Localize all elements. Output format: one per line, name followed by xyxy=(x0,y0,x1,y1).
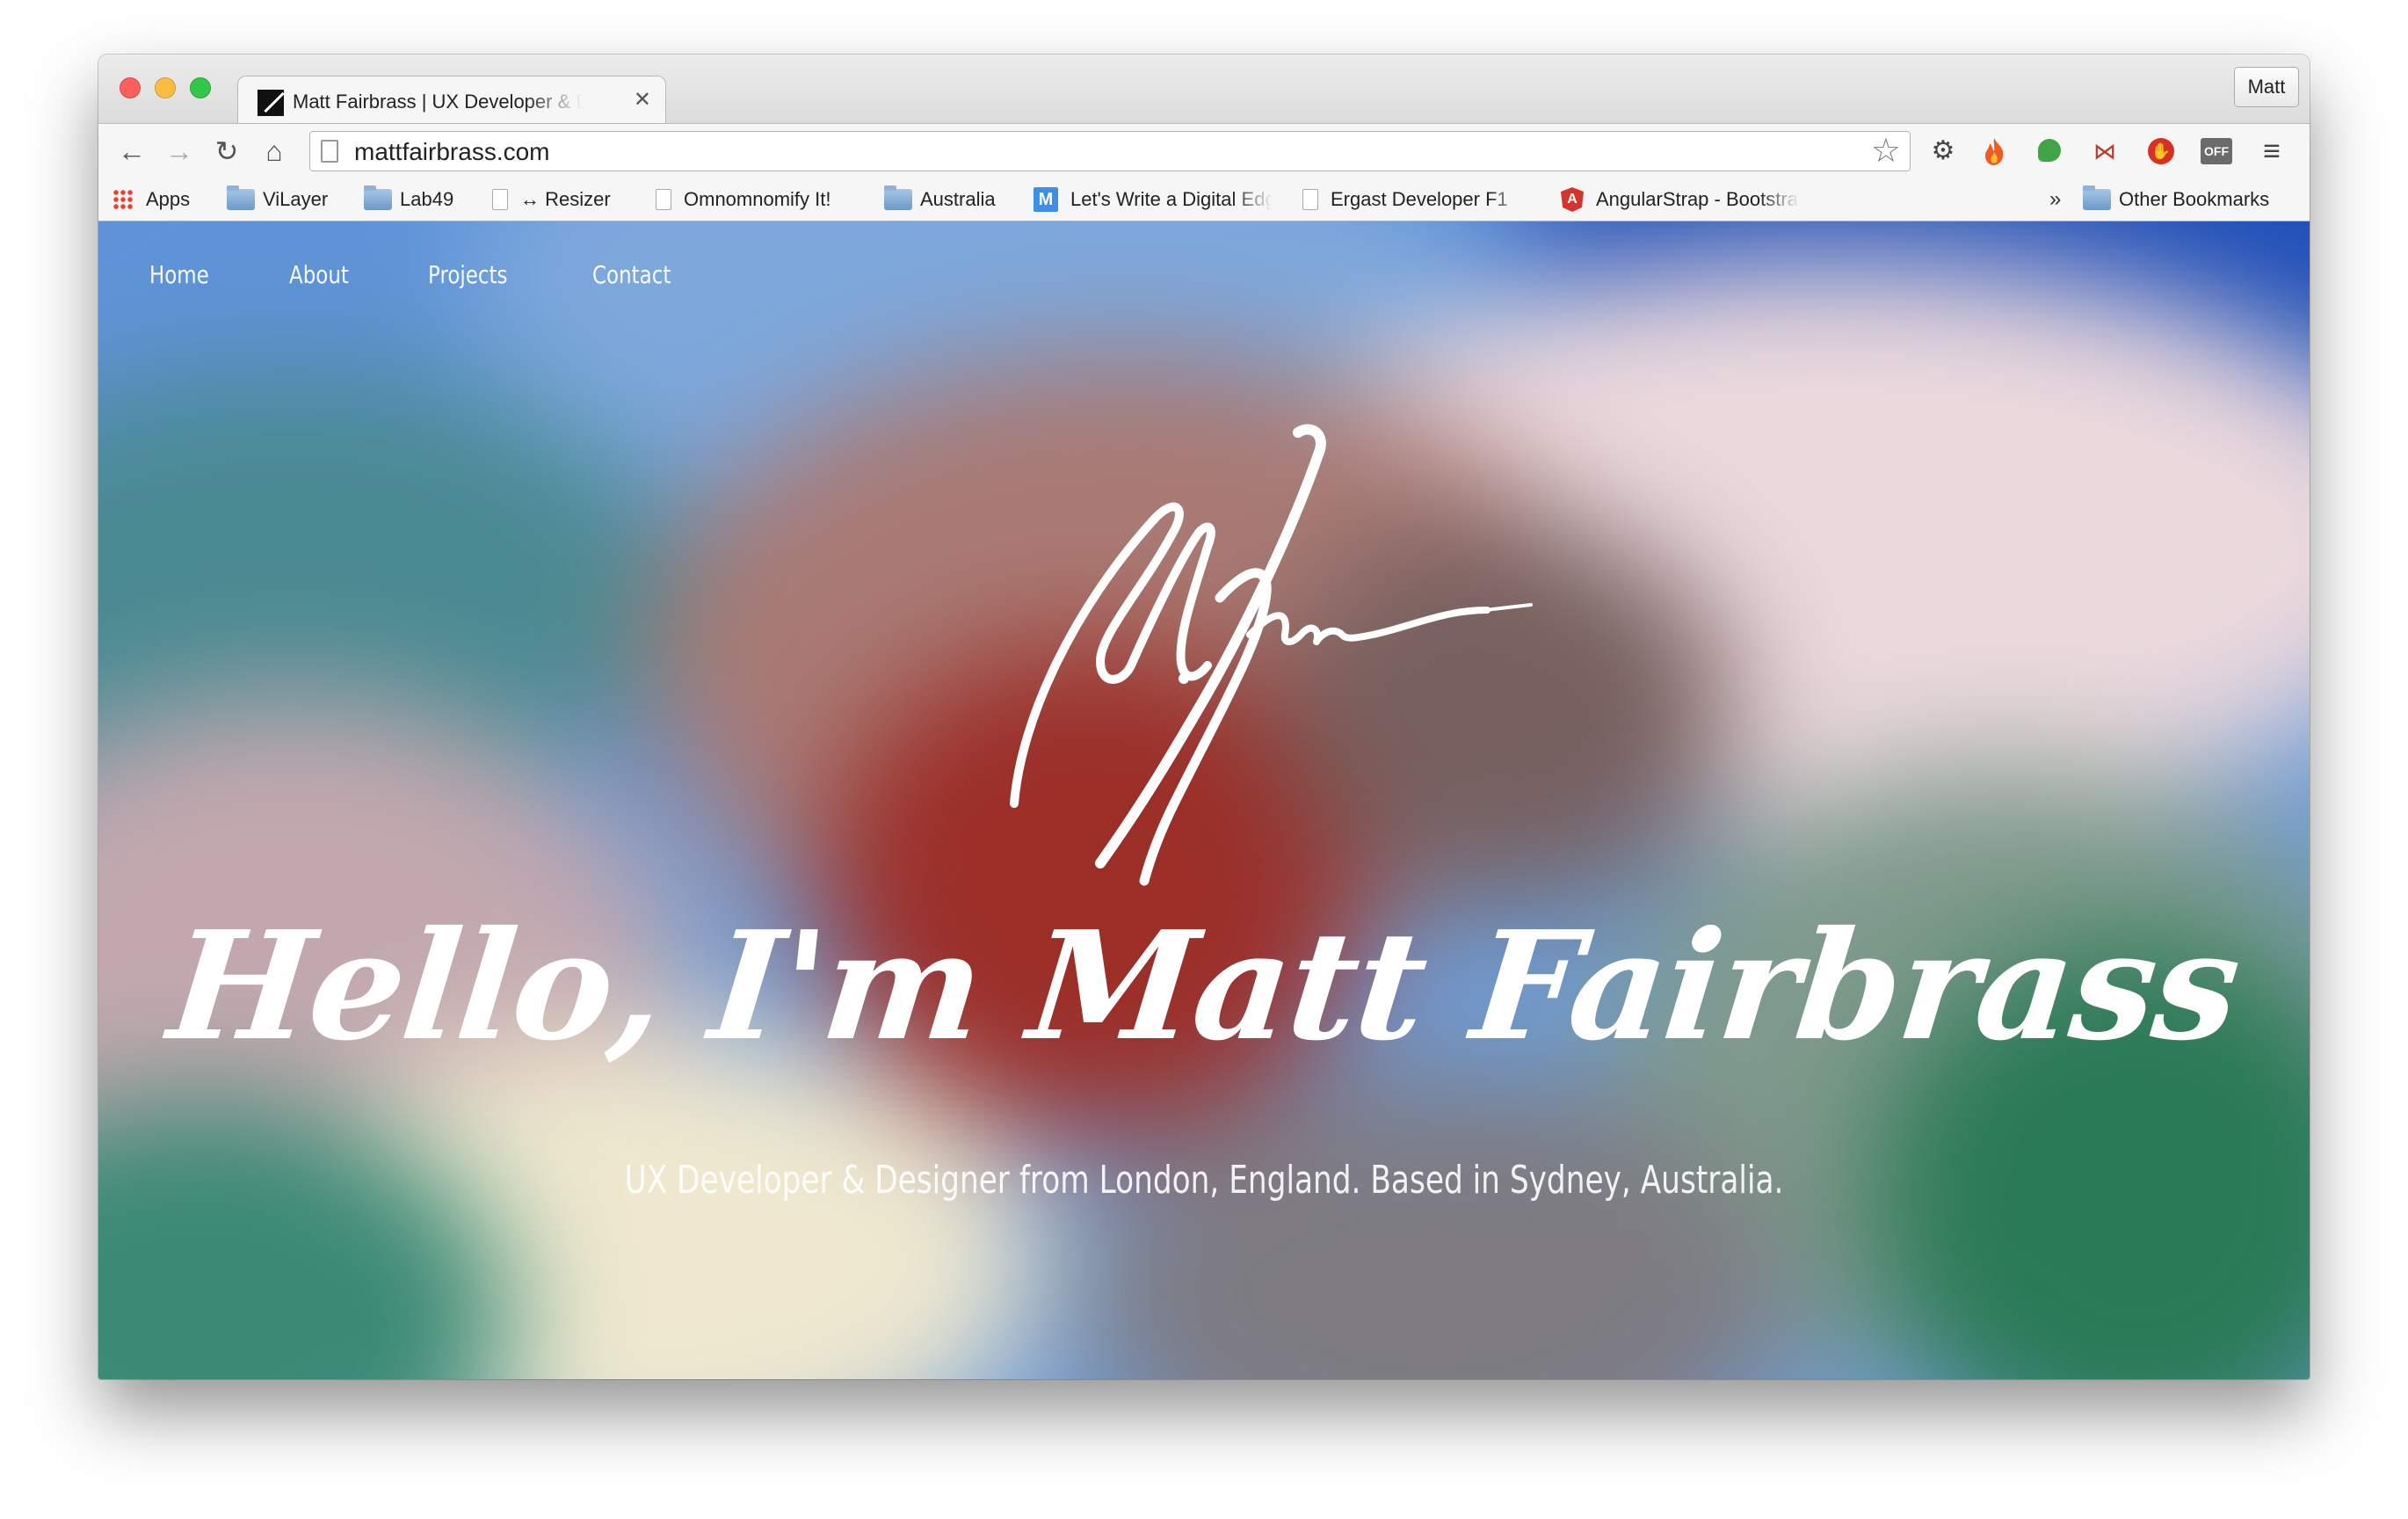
profile-button[interactable]: Matt xyxy=(2234,67,2299,107)
bookmark-omnomnomify[interactable]: Omnomnomify It! xyxy=(656,186,830,213)
folder-icon xyxy=(2083,185,2111,210)
bookmark-australia[interactable]: Australia xyxy=(884,185,996,213)
folder-icon xyxy=(227,185,255,210)
off-toggle-extension-icon[interactable]: OFF xyxy=(2201,136,2232,166)
page-icon xyxy=(656,189,671,210)
bookmark-apps[interactable]: Apps xyxy=(112,186,190,213)
apps-grid-icon xyxy=(112,189,134,210)
site-favicon-icon xyxy=(257,90,284,116)
chrome-menu-icon[interactable]: ≡ xyxy=(2257,136,2287,166)
settings-gear-icon[interactable]: ⚙ xyxy=(1928,136,1958,166)
window-minimize-button[interactable] xyxy=(155,77,176,98)
page-icon xyxy=(492,189,508,210)
nav-about-link[interactable]: About xyxy=(289,260,349,289)
back-arrow-icon[interactable]: ← xyxy=(114,134,149,168)
window-zoom-button[interactable] xyxy=(190,77,211,98)
nav-projects-link[interactable]: Projects xyxy=(428,260,508,289)
bookmarks-bar: Apps ViLayer Lab49 ↔ Resizer Omnomnomify… xyxy=(98,178,2310,222)
browser-window: Matt Fairbrass | UX Developer & Designer… xyxy=(98,55,2310,1379)
hero-heading: Hello, I'm Matt Fairbrass xyxy=(162,898,2246,1074)
web-page-content: Home About Projects Contact Hello, I'm M… xyxy=(98,222,2310,1379)
reload-icon[interactable]: ↻ xyxy=(209,134,244,168)
bookmark-ergast[interactable]: Ergast Developer F1 xyxy=(1302,186,1527,213)
hero-subheading: UX Developer & Designer from London, Eng… xyxy=(624,1158,1784,1203)
leaf-extension-icon[interactable] xyxy=(2035,136,2065,166)
site-nav: Home About Projects Contact xyxy=(149,260,755,289)
angular-icon: A xyxy=(1561,187,1584,212)
address-bar[interactable]: mattfairbrass.com ☆ xyxy=(309,131,1911,171)
nav-home-link[interactable]: Home xyxy=(149,260,209,289)
tab-close-icon[interactable]: ✕ xyxy=(634,87,651,113)
title-bar: Matt Fairbrass | UX Developer & Designer… xyxy=(98,55,2310,123)
bookmark-lets-write[interactable]: M Let's Write a Digital Edge xyxy=(1034,186,1273,213)
nav-contact-link[interactable]: Contact xyxy=(592,260,671,289)
forward-arrow-icon[interactable]: → xyxy=(162,134,197,168)
browser-toolbar: ← → ↻ ⌂ mattfairbrass.com ☆ ⚙ ⋈ ✋ OFF ≡ xyxy=(98,123,2310,178)
more-bookmarks-chevron[interactable]: » xyxy=(2049,186,2061,213)
bookmark-vilayer[interactable]: ViLayer xyxy=(227,185,328,213)
tab-title: Matt Fairbrass | UX Developer & Designer xyxy=(293,91,583,113)
page-icon xyxy=(321,140,338,163)
bookmark-angularstrap[interactable]: A AngularStrap - Bootstrap xyxy=(1561,186,1800,213)
home-icon[interactable]: ⌂ xyxy=(257,134,292,168)
browser-tab[interactable]: Matt Fairbrass | UX Developer & Designer… xyxy=(237,76,666,123)
bookmark-lab49[interactable]: Lab49 xyxy=(364,185,453,213)
folder-icon xyxy=(884,185,912,210)
folder-icon xyxy=(364,185,392,210)
nodes-extension-icon[interactable]: ⋈ xyxy=(2090,136,2120,166)
address-url[interactable]: mattfairbrass.com xyxy=(354,138,550,166)
signature-logo-icon xyxy=(1010,424,1533,886)
bookmark-resizer[interactable]: ↔ Resizer xyxy=(492,186,611,213)
bookmark-other[interactable]: Other Bookmarks xyxy=(2083,185,2269,213)
medium-m-icon: M xyxy=(1034,187,1058,212)
fire-extension-icon[interactable] xyxy=(1979,136,2009,166)
window-close-button[interactable] xyxy=(120,77,141,98)
page-icon xyxy=(1302,189,1318,210)
stop-hand-extension-icon[interactable]: ✋ xyxy=(2146,136,2176,166)
bookmark-star-icon[interactable]: ☆ xyxy=(1871,134,1901,169)
